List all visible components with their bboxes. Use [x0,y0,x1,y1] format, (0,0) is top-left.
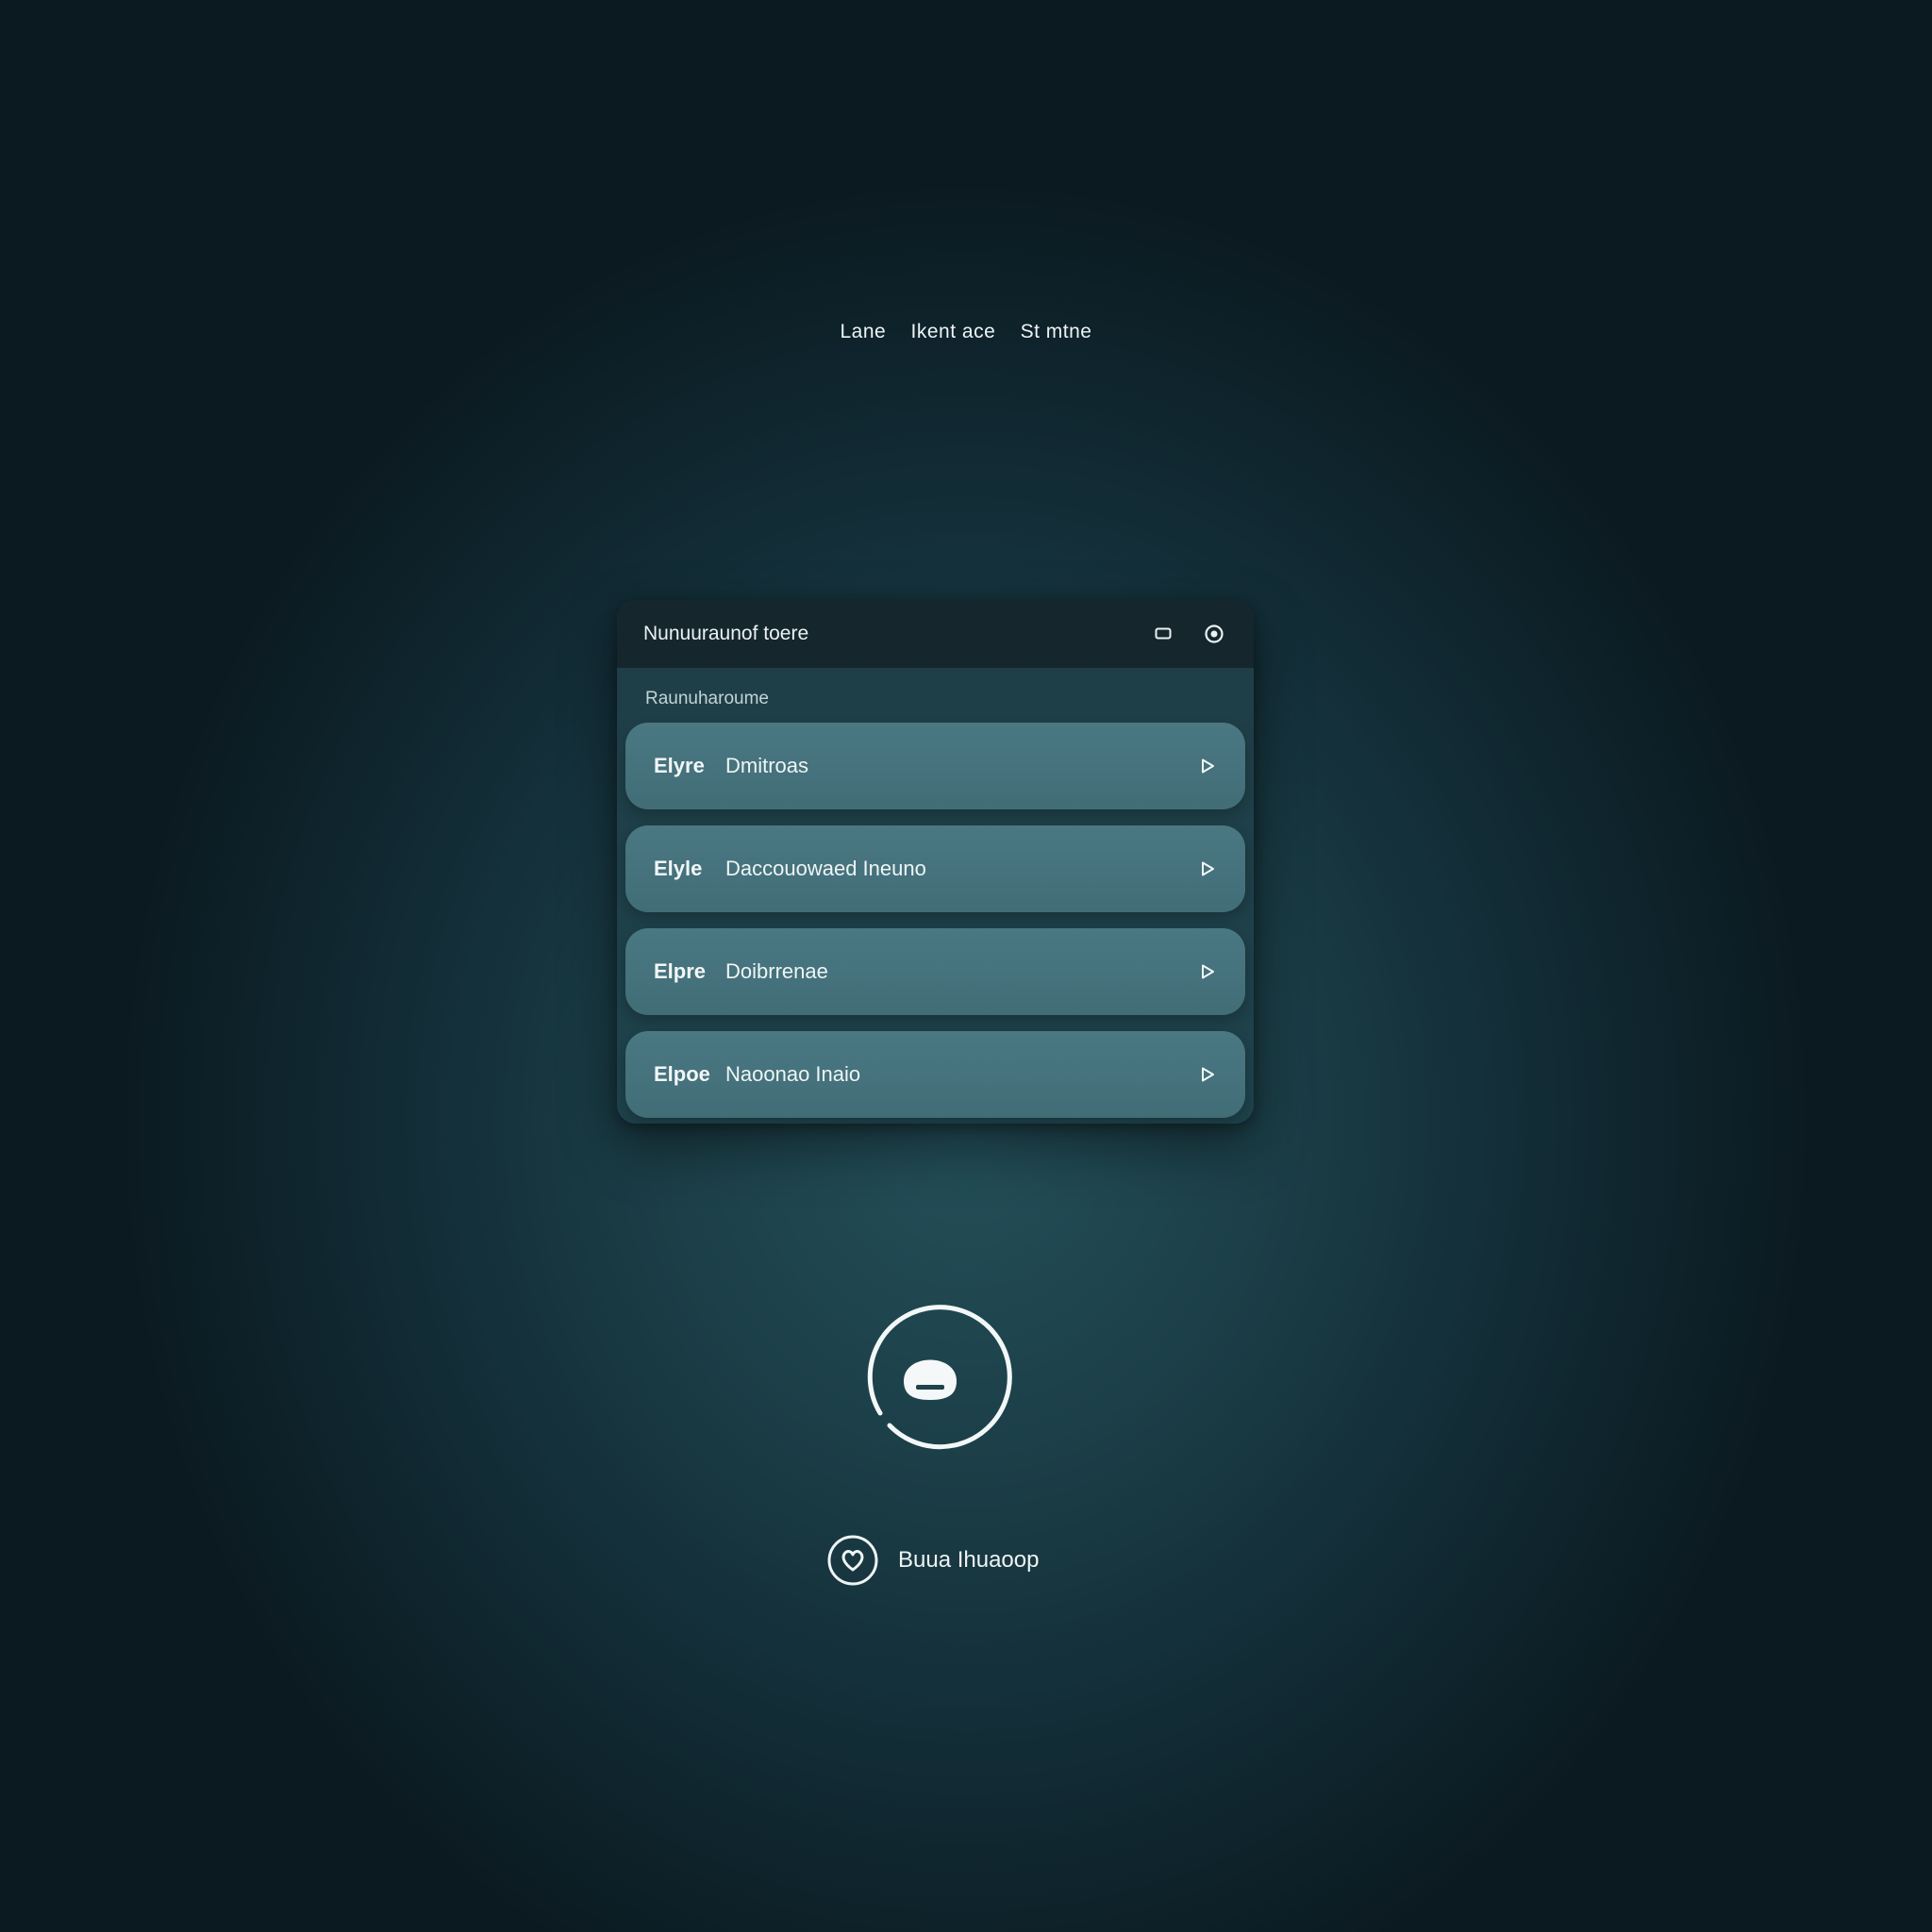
selection-panel: Nunuuraunof toere Raunuharoume Elyre Dmi… [617,600,1254,1124]
panel-header: Nunuuraunof toere [617,600,1254,668]
settings-circle-icon[interactable] [1201,621,1227,647]
play-arrow-icon[interactable] [1196,858,1219,880]
caption-part-2: Ikent ace [910,321,996,342]
record-button[interactable] [848,1291,1012,1455]
caption-part-1: Lane [840,321,887,342]
footer-label: Buua Ihuaoop [898,1547,1040,1573]
item-tag: Elyre [654,754,705,777]
panel-title: Nunuuraunof toere [643,623,809,644]
section-label: Raunuharoume [645,689,769,708]
list-item[interactable]: Elyle Daccouowaed Ineuno [625,825,1245,912]
item-label: Daccouowaed Ineuno [725,857,926,880]
item-label: Naoonao Inaio [725,1062,861,1086]
play-arrow-icon[interactable] [1196,960,1219,983]
heart-shield-icon [827,1535,878,1586]
item-label: Doibrrenae [725,959,828,983]
play-arrow-icon[interactable] [1196,755,1219,777]
window-minimize-icon[interactable] [1150,621,1176,647]
list-item[interactable]: Elpre Doibrrenae [625,928,1245,1015]
caption-part-3: St mtne [1020,321,1092,342]
microphone-record-icon [867,1305,1012,1450]
top-caption: Lane Ikent ace St mtne [0,321,1932,343]
item-label: Dmitroas [725,754,809,777]
list-item[interactable]: Elpoe Naoonao Inaio [625,1031,1245,1118]
footer-action[interactable]: Buua Ihuaoop [826,1534,1039,1587]
item-tag: Elpoe [654,1062,710,1086]
play-arrow-icon[interactable] [1196,1063,1219,1086]
item-tag: Elyle [654,857,703,880]
item-tag: Elpre [654,959,707,983]
option-list: Elyre Dmitroas Elyle Daccouowaed Ineuno … [617,723,1254,1118]
list-item[interactable]: Elyre Dmitroas [625,723,1245,809]
